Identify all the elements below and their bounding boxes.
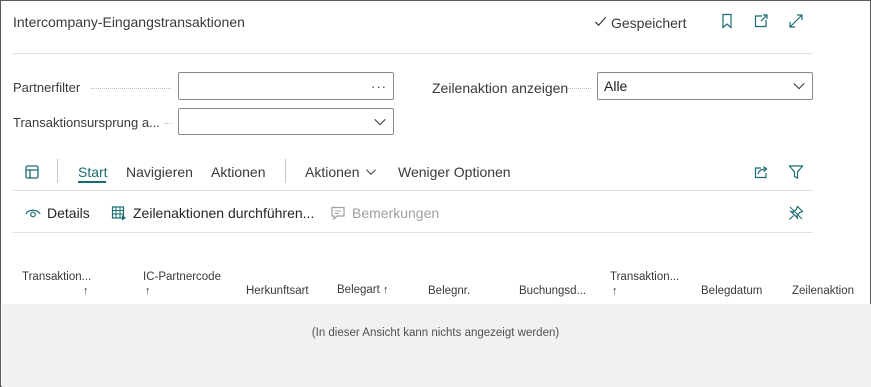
menu-divider: [13, 190, 813, 191]
page-layout-icon[interactable]: [23, 163, 41, 181]
column-header-belegdatum[interactable]: Belegdatum: [701, 284, 762, 298]
eye-icon: [25, 205, 41, 221]
column-header-label: Transaktion...: [22, 271, 92, 283]
aktionen-dropdown-label: Aktionen: [305, 164, 360, 180]
column-header-herkunftsart[interactable]: Herkunftsart: [246, 284, 309, 298]
page-title: Intercompany-Eingangstransaktionen: [13, 14, 245, 30]
share-icon[interactable]: [752, 163, 770, 181]
partner-filter-label: Partnerfilter: [13, 80, 81, 95]
tab-aktionen[interactable]: Aktionen: [211, 164, 265, 180]
column-header-label: Belegart: [337, 284, 380, 296]
empty-list-message: (In dieser Ansicht kann nichts angezeigt…: [311, 327, 560, 339]
column-header-label: Zeilenaktion: [792, 285, 855, 297]
menu-separator: [285, 159, 286, 183]
partner-filter-input[interactable]: ···: [178, 72, 394, 100]
transaction-source-select[interactable]: [178, 108, 394, 135]
sort-ascending-icon: ↑: [383, 284, 389, 296]
header-divider: [13, 53, 813, 54]
list-empty-area: [2, 304, 871, 387]
perform-line-actions-button[interactable]: Zeilenaktionen durchführen...: [111, 205, 314, 221]
sort-ascending-icon: ↑: [83, 285, 89, 297]
aktionen-dropdown[interactable]: Aktionen: [305, 164, 377, 180]
active-tab-indicator: [78, 181, 106, 183]
column-header-belegart[interactable]: Belegart ↑: [337, 283, 389, 297]
chevron-down-icon: [792, 79, 806, 93]
column-header-transaktion-nr[interactable]: Transaktion... ↑: [22, 270, 91, 298]
details-button-label: Details: [47, 205, 90, 221]
column-header-label: Belegdatum: [701, 285, 763, 297]
column-header-label: Transaktion...: [610, 271, 680, 283]
details-button[interactable]: Details: [25, 205, 90, 221]
field-dots: [164, 123, 172, 124]
line-action-value: Alle: [604, 78, 628, 94]
transaction-source-label: Transaktionsursprung a...: [13, 115, 160, 130]
comment-icon: [330, 205, 346, 221]
menu-separator: [57, 159, 58, 183]
column-header-buchungsdatum[interactable]: Buchungsd...: [519, 284, 586, 298]
perform-line-actions-label: Zeilenaktionen durchführen...: [133, 205, 315, 221]
saved-status: Gespeichert: [593, 14, 686, 32]
bookmark-icon[interactable]: [718, 12, 736, 30]
column-header-belegnr[interactable]: Belegnr.: [428, 284, 470, 298]
line-action-label: Zeilenaktion anzeigen: [432, 80, 569, 96]
expand-icon[interactable]: [787, 12, 805, 30]
table-action-icon: [111, 205, 127, 221]
lookup-button[interactable]: ···: [371, 79, 387, 94]
column-header-ic-partnercode[interactable]: IC-Partnercode ↑: [143, 270, 221, 298]
check-icon: [593, 14, 608, 32]
open-in-new-window-icon[interactable]: [752, 12, 770, 30]
saved-status-label: Gespeichert: [611, 15, 687, 31]
column-header-label: Belegnr.: [428, 285, 471, 297]
tab-start[interactable]: Start: [78, 164, 108, 180]
field-dots: [91, 88, 171, 89]
column-header-label: IC-Partnercode: [143, 271, 221, 283]
field-dots: [567, 88, 591, 89]
actions-divider: [13, 232, 813, 233]
chevron-down-icon: [365, 166, 377, 178]
sort-ascending-icon: ↑: [145, 285, 151, 297]
column-header-label: Buchungsd...: [519, 285, 587, 297]
filter-icon[interactable]: [787, 163, 805, 181]
column-header-zeilenaktion[interactable]: Zeilenaktion: [792, 284, 854, 298]
line-action-select[interactable]: Alle: [597, 72, 813, 100]
tab-navigieren[interactable]: Navigieren: [126, 164, 193, 180]
sort-ascending-icon: ↑: [612, 285, 618, 297]
comments-button[interactable]: Bemerkungen: [330, 205, 439, 221]
fewer-options-button[interactable]: Weniger Optionen: [398, 164, 511, 180]
chevron-down-icon: [373, 115, 387, 129]
page-frame: Intercompany-Eingangstransaktionen Gespe…: [0, 0, 871, 387]
column-header-transaktion-quelle[interactable]: Transaktion... ↑: [610, 270, 679, 298]
comments-button-label: Bemerkungen: [352, 205, 440, 221]
column-header-label: Herkunftsart: [246, 285, 309, 297]
pin-icon[interactable]: [787, 204, 805, 222]
